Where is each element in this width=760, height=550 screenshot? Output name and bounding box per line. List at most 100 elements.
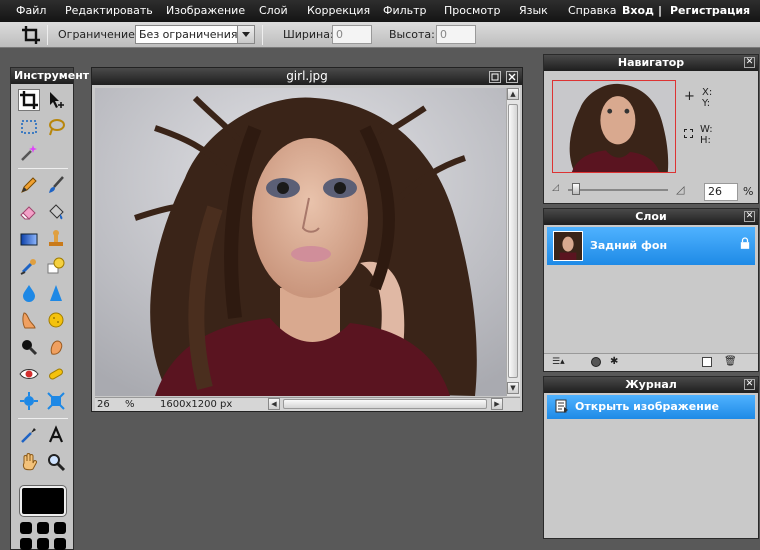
swatch-dot[interactable] [20, 522, 32, 534]
layers-toolbar: ☰▴ ✱ 🗑 [544, 353, 758, 371]
menu-view[interactable]: Просмотр [444, 4, 500, 17]
clone-stamp-icon[interactable] [45, 228, 67, 250]
sharpen-icon[interactable] [45, 282, 67, 304]
crop-icon [20, 24, 42, 46]
zoom-slider-track[interactable] [568, 189, 668, 191]
constraint-select[interactable]: Без ограничения [135, 25, 238, 44]
chevron-down-icon[interactable] [237, 25, 255, 44]
move-icon[interactable] [45, 89, 67, 111]
swatch-dot[interactable] [54, 538, 66, 550]
sponge-icon[interactable] [45, 309, 67, 331]
pencil-icon[interactable] [18, 174, 40, 196]
photo-canvas[interactable] [95, 88, 506, 396]
color-replace-icon[interactable] [18, 255, 40, 277]
magic-wand-icon[interactable] [18, 142, 40, 164]
divider [18, 168, 68, 169]
zoom-unit: % [125, 399, 135, 410]
layer-settings-icon[interactable]: ☰▴ [552, 357, 565, 367]
maximize-icon[interactable] [489, 71, 501, 83]
swatch-dot[interactable] [37, 522, 49, 534]
menu-image[interactable]: Изображение [166, 4, 245, 17]
register-link[interactable]: Регистрация [670, 4, 750, 17]
smudge-icon[interactable] [18, 309, 40, 331]
close-icon[interactable]: ✕ [744, 211, 755, 222]
lock-icon[interactable] [740, 237, 750, 252]
navigator-title: Навигатор [544, 55, 758, 71]
zoom-value[interactable]: 26 [97, 399, 121, 410]
dodge-icon[interactable] [45, 336, 67, 358]
scroll-thumb[interactable] [508, 104, 518, 378]
drawing-icon[interactable] [45, 255, 67, 277]
burn-icon[interactable] [18, 336, 40, 358]
eraser-icon[interactable] [18, 201, 40, 223]
close-icon[interactable]: ✕ [744, 57, 755, 68]
x-label: X: [702, 87, 713, 98]
tools-panel-title: Инструмент [11, 68, 89, 84]
layer-style-icon[interactable]: ✱ [610, 356, 618, 367]
vertical-scrollbar[interactable]: ▲ ▼ [506, 88, 520, 396]
swatch-dot[interactable] [37, 538, 49, 550]
scroll-right-icon[interactable]: ▶ [491, 398, 503, 410]
navigator-panel: Навигатор ✕ + X: Y: W: H: ◿ ◿ 26 % [543, 54, 759, 204]
menu-file[interactable]: Файл [16, 4, 46, 17]
hand-icon[interactable] [18, 451, 40, 473]
y-label: Y: [702, 98, 711, 109]
navigator-thumbnail[interactable] [552, 80, 676, 173]
layer-mask-icon[interactable] [591, 357, 601, 367]
history-panel: Журнал ✕ Открыть изображение [543, 376, 759, 539]
close-icon[interactable]: ✕ [744, 379, 755, 390]
lasso-icon[interactable] [45, 116, 67, 138]
menu-layer[interactable]: Слой [259, 4, 288, 17]
paint-bucket-icon[interactable] [45, 201, 67, 223]
layer-row[interactable]: Задний фон [547, 227, 755, 265]
tools-panel: Инструмент [10, 67, 89, 550]
zoom-icon[interactable] [45, 451, 67, 473]
bloat-icon[interactable] [18, 390, 40, 412]
layers-panel: Слои ✕ Задний фон ☰▴ ✱ 🗑 [543, 208, 759, 372]
layer-thumbnail [553, 231, 583, 261]
menu-adjustment[interactable]: Коррекция [307, 4, 370, 17]
menu-language[interactable]: Язык [519, 4, 548, 17]
width-input[interactable]: 0 [332, 25, 372, 44]
new-layer-icon[interactable] [702, 357, 712, 367]
navigator-zoom-input[interactable]: 26 [704, 183, 738, 201]
history-item[interactable]: Открыть изображение [547, 395, 755, 419]
layer-name: Задний фон [590, 239, 668, 252]
blur-icon[interactable] [18, 282, 40, 304]
login-link[interactable]: Вход [622, 4, 654, 17]
thumbnail-photo [553, 81, 675, 172]
menu-help[interactable]: Справка [568, 4, 616, 17]
scroll-left-icon[interactable]: ◀ [268, 398, 280, 410]
marquee-select-icon[interactable] [18, 116, 40, 138]
crop-icon[interactable] [18, 89, 40, 111]
height-input[interactable]: 0 [436, 25, 476, 44]
menu-bar: Файл Редактировать Изображение Слой Корр… [0, 0, 760, 22]
zoom-in-icon[interactable]: ◿ [676, 183, 684, 196]
w-label: W: [700, 124, 713, 135]
red-eye-icon[interactable] [18, 363, 40, 385]
scroll-up-icon[interactable]: ▲ [507, 88, 519, 100]
spot-heal-icon[interactable] [45, 363, 67, 385]
zoom-out-icon[interactable]: ◿ [552, 183, 559, 193]
menu-filter[interactable]: Фильтр [383, 4, 427, 17]
scroll-down-icon[interactable]: ▼ [507, 382, 519, 394]
image-window: girl.jpg ▲ ▼ 26 % 1600x1200 px ◀ ▶ [91, 67, 523, 412]
close-icon[interactable] [506, 71, 518, 83]
trash-icon[interactable]: 🗑 [724, 356, 737, 367]
divider [262, 25, 263, 45]
scroll-thumb-horizontal[interactable] [283, 399, 487, 409]
history-item-label: Открыть изображение [575, 400, 719, 413]
type-icon[interactable] [45, 424, 67, 446]
gradient-icon[interactable] [18, 228, 40, 250]
zoom-slider-handle[interactable] [572, 183, 580, 195]
swatch-dot[interactable] [54, 522, 66, 534]
brush-icon[interactable] [45, 174, 67, 196]
color-swatch[interactable] [20, 486, 66, 516]
menu-edit[interactable]: Редактировать [65, 4, 153, 17]
menu-divider: | [658, 4, 663, 17]
selection-size-icon [684, 129, 693, 138]
swatch-dot[interactable] [20, 538, 32, 550]
pinch-icon[interactable] [45, 390, 67, 412]
crosshair-icon: + [684, 89, 695, 104]
color-picker-icon[interactable] [18, 424, 40, 446]
